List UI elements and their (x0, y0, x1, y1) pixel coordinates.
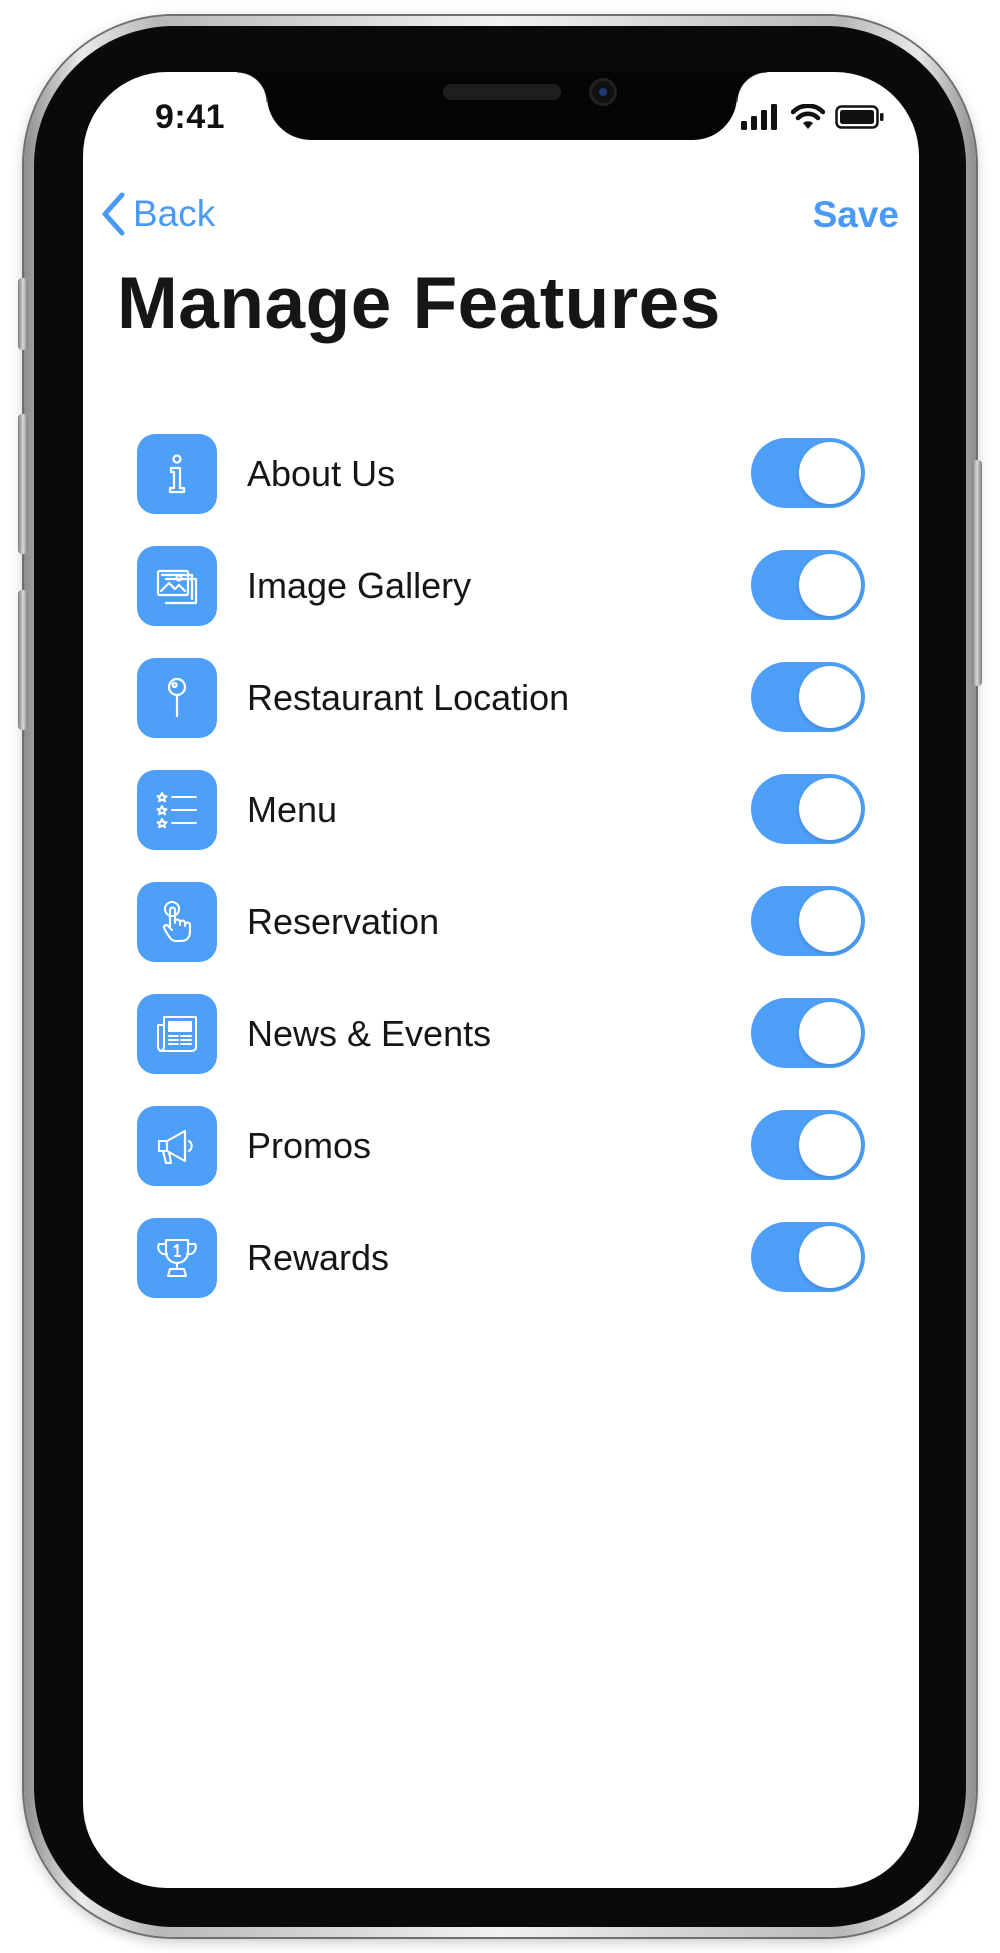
battery-icon (835, 105, 884, 129)
feature-label: Promos (247, 1125, 372, 1166)
trophy-icon (137, 1218, 217, 1298)
feature-label: Image Gallery (247, 565, 472, 606)
toggle-promos[interactable] (751, 1110, 865, 1180)
feature-row-about-us: About Us (137, 434, 887, 547)
newspaper-icon (137, 994, 217, 1074)
feature-label: Restaurant Location (247, 677, 570, 718)
feature-label: Menu (247, 789, 338, 830)
toggle-menu[interactable] (751, 774, 865, 844)
toggle-knob (799, 442, 861, 504)
page-title: Manage Features (117, 263, 721, 344)
status-time: 9:41 (155, 98, 226, 136)
silent-switch (18, 278, 28, 350)
toggle-restaurant-location[interactable] (751, 662, 865, 732)
phone-screen: 9:41 Back Save Manage Features About Us … (83, 72, 919, 1888)
toggle-news-events[interactable] (751, 998, 865, 1068)
feature-label: News & Events (247, 1013, 492, 1054)
feature-row-restaurant-location: Restaurant Location (137, 658, 887, 771)
power-button (972, 460, 982, 686)
feature-list: About Us Image Gallery Restaurant Locati… (137, 434, 887, 1331)
megaphone-icon (137, 1106, 217, 1186)
location-pin-icon (137, 658, 217, 738)
status-icons (741, 104, 885, 130)
toggle-knob (799, 554, 861, 616)
feature-label: Rewards (247, 1237, 390, 1278)
toggle-reservation[interactable] (751, 886, 865, 956)
feature-row-news-events: News & Events (137, 994, 887, 1107)
menu-list-icon (137, 770, 217, 850)
toggle-knob (799, 778, 861, 840)
info-icon (137, 434, 217, 514)
toggle-about-us[interactable] (751, 438, 865, 508)
front-camera (589, 78, 617, 106)
save-button[interactable]: Save (813, 194, 899, 236)
feature-row-reservation: Reservation (137, 882, 887, 995)
feature-label: About Us (247, 453, 396, 494)
toggle-knob (799, 890, 861, 952)
toggle-knob (799, 666, 861, 728)
tap-hand-icon (137, 882, 217, 962)
back-button[interactable]: Back (101, 192, 215, 236)
chevron-left-icon (102, 192, 125, 236)
notch (237, 72, 767, 140)
toggle-image-gallery[interactable] (751, 550, 865, 620)
feature-row-promos: Promos (137, 1106, 887, 1219)
wifi-icon (791, 104, 825, 129)
toggle-knob (799, 1002, 861, 1064)
back-label: Back (133, 193, 216, 234)
toggle-knob (799, 1114, 861, 1176)
feature-row-menu: Menu (137, 770, 887, 883)
volume-down-button (18, 590, 28, 730)
toggle-knob (799, 1226, 861, 1288)
image-gallery-icon (137, 546, 217, 626)
speaker-grille (443, 84, 561, 100)
volume-up-button (18, 414, 28, 554)
toggle-rewards[interactable] (751, 1222, 865, 1292)
feature-row-image-gallery: Image Gallery (137, 546, 887, 659)
feature-label: Reservation (247, 901, 440, 942)
cellular-signal-icon (741, 104, 777, 130)
feature-row-rewards: Rewards (137, 1218, 887, 1331)
